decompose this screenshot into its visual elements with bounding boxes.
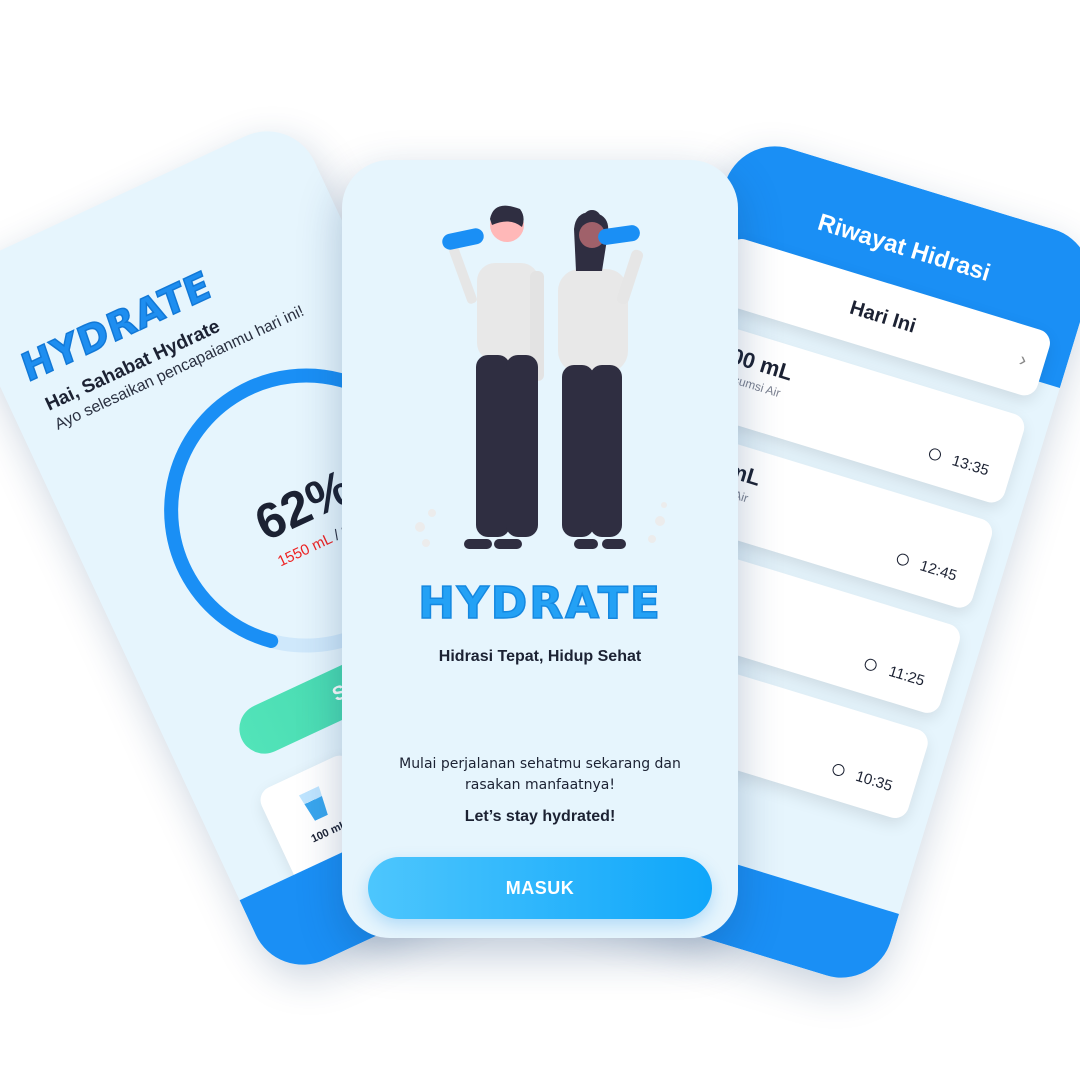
record-time: 10:35 — [853, 767, 895, 795]
clock-icon — [927, 446, 943, 462]
welcome-description: Mulai perjalanan sehatmu sekarang dan ra… — [399, 756, 681, 793]
record-time: 13:35 — [950, 452, 991, 480]
two-people-drinking-water-illustration — [415, 205, 667, 549]
welcome-screen: HYDRATE Hidrasi Tepat, Hidup Sehat Mulai… — [342, 160, 738, 938]
period-label: Hari Ini — [847, 296, 919, 338]
record-time: 11:25 — [886, 662, 927, 690]
login-button[interactable]: MASUK — [368, 857, 712, 919]
water-glass-icon — [299, 786, 332, 822]
record-time: 12:45 — [917, 557, 959, 585]
clock-icon — [863, 657, 879, 673]
welcome-tagline: Hidrasi Tepat, Hidup Sehat — [438, 648, 642, 665]
welcome-brand-logo: HYDRATE — [417, 577, 662, 630]
clock-icon — [895, 552, 911, 568]
chevron-right-icon[interactable]: › — [1010, 327, 1036, 394]
clock-icon — [831, 762, 847, 778]
welcome-slogan: Let’s stay hydrated! — [464, 808, 616, 825]
